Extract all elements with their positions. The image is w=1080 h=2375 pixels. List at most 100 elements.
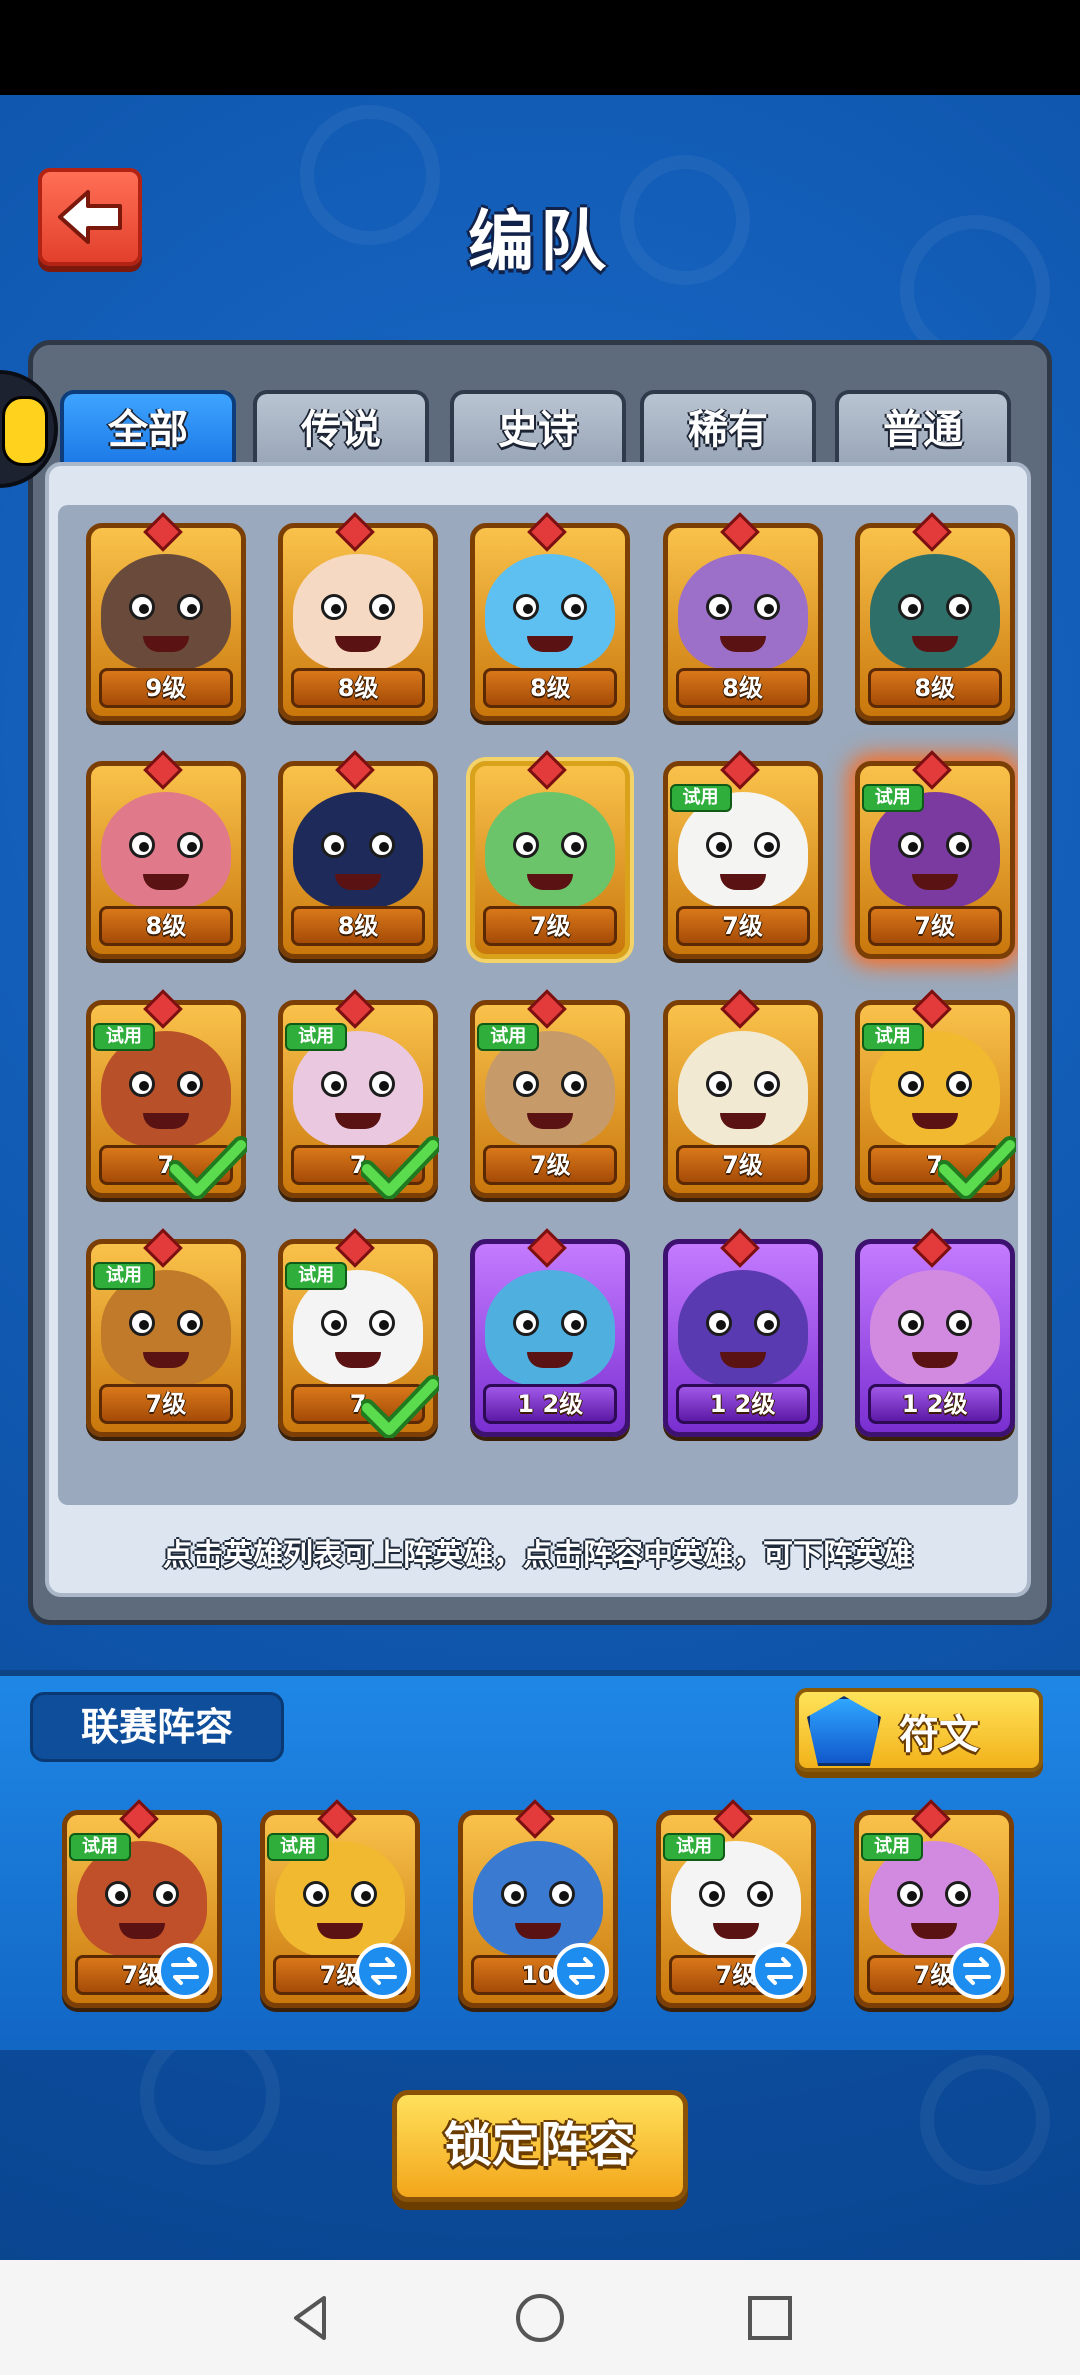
rarity-gem-icon [335, 511, 375, 552]
nav-recents-icon[interactable] [740, 2288, 800, 2348]
hero-level: 1 2级 [675, 1383, 810, 1424]
hero-portrait [485, 792, 616, 909]
hero-card[interactable]: 8级 [278, 511, 439, 721]
swap-button[interactable] [949, 1943, 1005, 1999]
nav-home-icon[interactable] [510, 2288, 570, 2348]
rarity-gem-icon [527, 511, 568, 552]
trial-badge: 试用 [69, 1833, 131, 1861]
hero-card[interactable]: 1 2级 [662, 1227, 823, 1437]
swap-icon [171, 1957, 199, 1985]
rarity-gem-icon [143, 750, 183, 791]
selected-check-icon [937, 1136, 1016, 1200]
trial-badge: 试用 [267, 1833, 329, 1861]
hero-card[interactable]: 8级 [85, 750, 246, 960]
rarity-gem-icon [143, 511, 183, 552]
rarity-gem-icon [527, 1227, 568, 1268]
hero-grid[interactable]: 9级9级9级9级9级9级8级8级8级8级8级8级7级试用7级试用7级试用7试用7… [58, 505, 1018, 1505]
trial-badge: 试用 [669, 784, 732, 813]
trial-badge: 试用 [477, 1023, 540, 1052]
hero-portrait [100, 553, 231, 670]
hero-level: 1 2级 [483, 1383, 618, 1424]
hero-card[interactable]: 试用 7 [278, 1227, 440, 1438]
rarity-gem-icon [719, 511, 760, 552]
swap-icon [369, 1957, 397, 1985]
hero-card[interactable]: 试用 7 [278, 989, 440, 1200]
swap-button[interactable] [157, 1943, 213, 1999]
hero-portrait [677, 1031, 808, 1148]
hero-level: 8级 [675, 667, 810, 708]
rarity-gem-icon [719, 989, 760, 1029]
hero-card[interactable]: 试用 7级 [854, 750, 1015, 960]
swap-button[interactable] [355, 1943, 411, 1999]
hero-portrait [293, 553, 424, 670]
hero-card[interactable]: 8级 [854, 511, 1015, 721]
hero-card[interactable]: 1 2级 [470, 1227, 631, 1437]
hero-level: 8级 [483, 667, 618, 708]
rune-icon [807, 1696, 881, 1766]
hero-portrait [677, 1269, 808, 1386]
hero-portrait [485, 1269, 616, 1386]
hero-card[interactable]: 试用 7级 [85, 1227, 246, 1437]
hero-card[interactable]: 试用 7 [85, 989, 247, 1200]
hero-level: 7级 [675, 1145, 810, 1186]
selected-check-icon [168, 1136, 247, 1200]
hero-portrait [293, 792, 424, 909]
rarity-gem-icon [527, 750, 568, 791]
rarity-gem-icon [719, 1227, 760, 1268]
hero-portrait [100, 792, 231, 909]
hero-card[interactable]: 7级 [470, 750, 631, 960]
trial-badge: 试用 [861, 1023, 924, 1052]
trial-badge: 试用 [861, 1833, 923, 1861]
nav-back-icon[interactable] [280, 2288, 340, 2348]
rune-label: 符文 [899, 1712, 979, 1758]
status-bar [0, 0, 1080, 95]
hero-level: 7级 [483, 1145, 618, 1186]
hero-card[interactable]: 试用 7级 [470, 989, 631, 1199]
hero-card[interactable]: 8级 [662, 511, 823, 721]
tab-rare[interactable]: 稀有 [640, 390, 816, 466]
tab-legend[interactable]: 传说 [253, 390, 429, 466]
league-slot-card[interactable]: 试用 7级 [656, 1799, 816, 2008]
swap-button[interactable] [553, 1943, 609, 1999]
lock-formation-button[interactable]: 锁定阵容 [392, 2090, 688, 2202]
player-face-icon [2, 396, 48, 466]
hero-level: 8级 [291, 667, 426, 708]
hero-card[interactable]: 8级 [470, 511, 631, 721]
hero-level: 8级 [291, 906, 426, 947]
league-label: 联赛阵容 [30, 1692, 284, 1762]
trial-badge: 试用 [285, 1023, 348, 1052]
system-nav-bar [0, 2260, 1080, 2375]
hero-portrait [869, 1269, 1000, 1386]
hero-portrait [869, 553, 1000, 670]
hero-portrait [485, 553, 616, 670]
hero-level: 7级 [98, 1383, 233, 1424]
league-slot-card[interactable]: 10 [458, 1799, 618, 2008]
hero-card[interactable]: 7级 [662, 989, 823, 1199]
hero-portrait [473, 1841, 603, 1957]
tab-common[interactable]: 普通 [835, 390, 1011, 466]
swap-button[interactable] [751, 1943, 807, 1999]
rarity-gem-icon [911, 511, 952, 552]
tab-epic[interactable]: 史诗 [450, 390, 626, 466]
league-slot-card[interactable]: 试用 7级 [260, 1799, 420, 2008]
league-slot-card[interactable]: 试用 7级 [854, 1799, 1014, 2008]
rarity-gem-icon [911, 1227, 952, 1268]
page-title: 编队 [468, 203, 612, 280]
tab-all[interactable]: 全部 [60, 390, 236, 466]
hero-card[interactable]: 试用 7级 [662, 750, 823, 960]
hero-card[interactable]: 9级 [85, 511, 246, 721]
trial-badge: 试用 [92, 1261, 155, 1290]
trial-badge: 试用 [861, 784, 924, 813]
hero-portrait [677, 553, 808, 670]
swap-icon [567, 1957, 595, 1985]
hero-card[interactable]: 试用 7 [854, 989, 1016, 1200]
swap-icon [963, 1957, 991, 1985]
hero-card[interactable]: 1 2级 [854, 1227, 1015, 1437]
rune-button[interactable]: 符文 [795, 1688, 1043, 1772]
hero-level: 7级 [867, 906, 1002, 947]
hero-card[interactable]: 8级 [278, 750, 439, 960]
rarity-gem-icon [335, 750, 375, 791]
hero-level: 7级 [675, 906, 810, 947]
hero-level: 8级 [867, 667, 1002, 708]
league-slot-card[interactable]: 试用 7级 [62, 1799, 222, 2008]
